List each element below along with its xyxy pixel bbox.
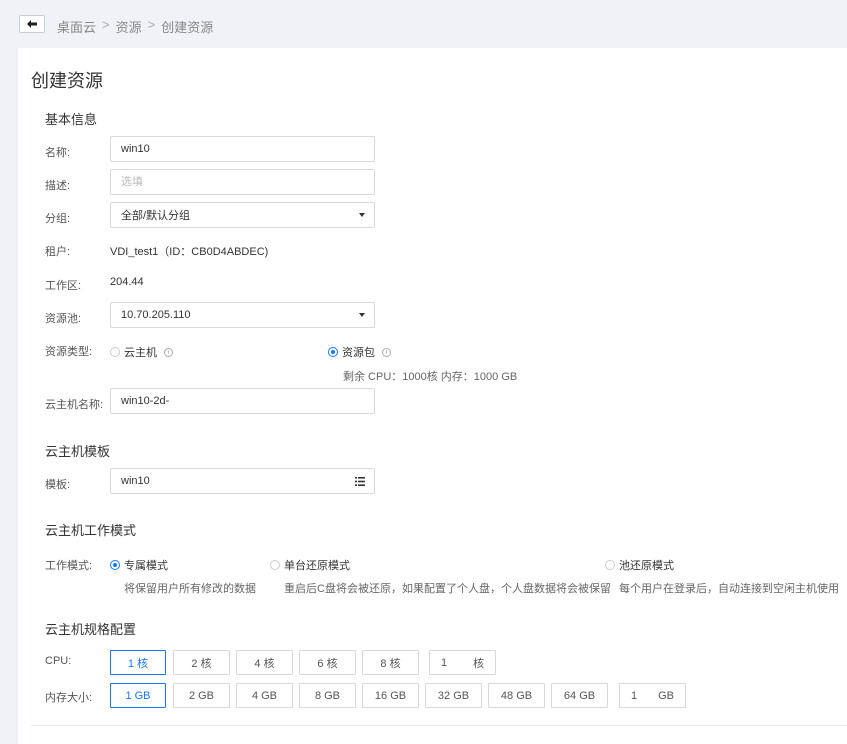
name-label: 名称: bbox=[45, 147, 71, 159]
group-select[interactable]: 全部/默认分组 bbox=[110, 202, 375, 228]
cpu-option-4[interactable]: 4 核 bbox=[236, 650, 293, 675]
page-title: 创建资源 bbox=[31, 71, 103, 91]
memory-label: 内存大小: bbox=[45, 692, 93, 704]
pool-label: 资源池: bbox=[45, 313, 82, 325]
section-title-basic-info: 基本信息 bbox=[45, 112, 98, 127]
top-bar: 桌面云 > 资源 > 创建资源 bbox=[0, 0, 847, 48]
memory-option-1gb[interactable]: 1 GB bbox=[110, 683, 166, 708]
name-input[interactable] bbox=[110, 136, 375, 162]
radio-pool-restore-mode[interactable]: 池还原模式 bbox=[605, 557, 674, 573]
description-label: 描述: bbox=[45, 180, 71, 192]
back-button[interactable] bbox=[19, 15, 45, 33]
tenant-label: 租户: bbox=[45, 246, 71, 258]
section-title-spec: 云主机规格配置 bbox=[45, 622, 137, 637]
radio-dedicated-mode[interactable]: 专属模式 bbox=[110, 557, 168, 573]
memory-custom-unit: GB bbox=[658, 689, 674, 702]
cpu-option-2[interactable]: 2 核 bbox=[173, 650, 230, 675]
info-icon[interactable]: i bbox=[382, 347, 391, 357]
section-title-template: 云主机模板 bbox=[45, 444, 111, 459]
cpu-custom-value: 1 bbox=[441, 656, 448, 669]
cpu-custom-input[interactable]: 1 核 bbox=[429, 650, 496, 675]
breadcrumb-separator: > bbox=[147, 17, 156, 32]
vm-name-label: 云主机名称: bbox=[45, 399, 104, 411]
work-mode-label: 工作模式: bbox=[45, 560, 93, 572]
breadcrumb-item-desktop-cloud[interactable]: 桌面云 bbox=[57, 17, 96, 36]
radio-dedicated-mode-label: 专属模式 bbox=[124, 560, 168, 572]
template-select[interactable]: win10 bbox=[110, 468, 375, 494]
workzone-value: 204.44 bbox=[110, 276, 144, 288]
radio-circle-selected bbox=[328, 347, 338, 357]
radio-vm[interactable]: 云主机 i bbox=[110, 344, 173, 360]
radio-resource-package[interactable]: 资源包 i bbox=[328, 344, 391, 360]
group-label: 分组: bbox=[45, 213, 71, 225]
tenant-value: VDI_test1（ID：CB0D4ABDEC) bbox=[110, 246, 269, 258]
memory-custom-value: 1 bbox=[631, 689, 638, 702]
radio-resource-package-label: 资源包 bbox=[342, 347, 375, 359]
list-icon[interactable] bbox=[355, 477, 365, 486]
breadcrumb-item-resource[interactable]: 资源 bbox=[116, 17, 142, 36]
memory-option-64gb[interactable]: 64 GB bbox=[551, 683, 608, 708]
caret-down-icon bbox=[359, 313, 365, 317]
group-select-value: 全部/默认分组 bbox=[121, 210, 191, 222]
pool-select-value: 10.70.205.110 bbox=[121, 309, 191, 321]
breadcrumb-item-create-resource: 创建资源 bbox=[161, 20, 214, 35]
radio-circle bbox=[270, 560, 280, 570]
info-icon[interactable]: i bbox=[164, 347, 173, 357]
radio-vm-label: 云主机 bbox=[124, 347, 157, 359]
breadcrumb: 桌面云 > 资源 > 创建资源 bbox=[57, 17, 213, 36]
radio-single-restore-mode[interactable]: 单台还原模式 bbox=[270, 557, 350, 573]
memory-option-32gb[interactable]: 32 GB bbox=[425, 683, 482, 708]
pool-select[interactable]: 10.70.205.110 bbox=[110, 302, 375, 328]
template-label: 模板: bbox=[45, 479, 71, 491]
caret-down-icon bbox=[359, 213, 365, 217]
divider bbox=[31, 725, 847, 726]
cpu-option-8[interactable]: 8 核 bbox=[362, 650, 419, 675]
radio-circle bbox=[110, 347, 120, 357]
radio-single-restore-mode-label: 单台还原模式 bbox=[284, 560, 350, 572]
cpu-custom-unit: 核 bbox=[473, 657, 484, 670]
memory-option-8gb[interactable]: 8 GB bbox=[299, 683, 356, 708]
memory-option-2gb[interactable]: 2 GB bbox=[173, 683, 230, 708]
workzone-label: 工作区: bbox=[45, 280, 82, 292]
dedicated-mode-desc: 将保留用户所有修改的数据 bbox=[124, 583, 256, 595]
form-card: 创建资源 基本信息 名称: 描述: 分组: 全部/默认分组 租户: VDI_te… bbox=[18, 48, 847, 744]
memory-option-4gb[interactable]: 4 GB bbox=[236, 683, 293, 708]
template-select-value: win10 bbox=[121, 475, 150, 487]
radio-circle bbox=[605, 560, 615, 570]
radio-circle-selected bbox=[110, 560, 120, 570]
description-input[interactable] bbox=[110, 169, 375, 195]
remaining-resources: 剩余 CPU：1000核 内存：1000 GB bbox=[343, 371, 518, 383]
memory-option-16gb[interactable]: 16 GB bbox=[362, 683, 419, 708]
vm-name-input[interactable] bbox=[110, 388, 375, 414]
memory-option-48gb[interactable]: 48 GB bbox=[488, 683, 545, 708]
single-restore-mode-desc: 重启后C盘将会被还原，如果配置了个人盘，个人盘数据将会被保留 bbox=[284, 583, 611, 595]
cpu-option-1[interactable]: 1 核 bbox=[110, 650, 166, 675]
arrow-left-icon bbox=[27, 20, 37, 28]
pool-restore-mode-desc: 每个用户在登录后，自动连接到空闲主机使用 bbox=[619, 583, 839, 595]
cpu-label: CPU: bbox=[45, 655, 72, 667]
radio-pool-restore-mode-label: 池还原模式 bbox=[619, 560, 674, 572]
cpu-option-6[interactable]: 6 核 bbox=[299, 650, 356, 675]
breadcrumb-separator: > bbox=[102, 17, 110, 32]
section-title-work-mode: 云主机工作模式 bbox=[45, 523, 137, 538]
resource-type-label: 资源类型: bbox=[45, 346, 93, 358]
memory-custom-input[interactable]: 1 GB bbox=[619, 683, 686, 708]
